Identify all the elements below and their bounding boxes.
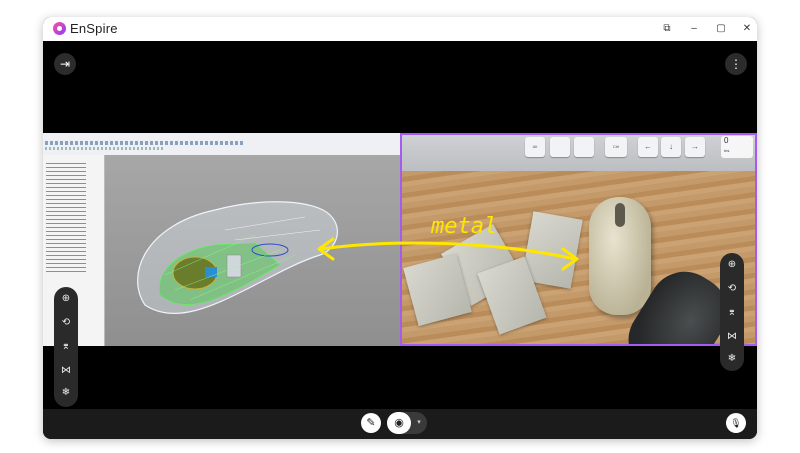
chevron-down-icon[interactable]: ▾ <box>414 412 424 434</box>
key-down: ↓ <box>661 137 681 157</box>
maximize-icon[interactable]: ▢ <box>713 21 729 37</box>
key-blank-2 <box>574 137 594 157</box>
zoom-in-icon[interactable]: ⊕ <box>54 289 78 309</box>
video-stage: ⇥ ⋮ Alt Ctrl ← ↓ → 0 Ins metal ⊕ ⟲ ⌆ ⋈ ❄… <box>43 41 757 409</box>
pen-icon[interactable]: ✎ <box>361 413 381 433</box>
freeze-icon[interactable]: ❄ <box>54 383 78 403</box>
camera-control: ◉ ▾ <box>387 412 427 434</box>
annotation-layer: metal <box>317 214 579 271</box>
expand-icon[interactable]: ⋈ <box>54 361 78 381</box>
pip-icon[interactable]: ⧉ <box>659 21 675 37</box>
freeze-icon[interactable]: ❄ <box>720 349 744 369</box>
left-tool-strip: ⊕ ⟲ ⌆ ⋈ ❄ <box>54 287 78 407</box>
title-bar: EnSpire ⧉ – ▢ ✕ <box>43 17 757 41</box>
exit-share-icon[interactable]: ⇥ <box>54 53 76 75</box>
camera-icon[interactable]: ◉ <box>387 412 411 434</box>
key-ctrl: Ctrl <box>605 137 627 157</box>
cad-tree-items <box>46 163 86 273</box>
keyboard-photo: Alt Ctrl ← ↓ → 0 Ins <box>402 135 755 175</box>
app-window: EnSpire ⧉ – ▢ ✕ ⇥ ⋮ Alt Ctrl ← ↓ → 0 Ins… <box>43 17 757 439</box>
cad-tool-row-2 <box>45 147 165 150</box>
rotate-icon[interactable]: ⟲ <box>720 279 744 299</box>
light-mouse-photo <box>589 197 651 315</box>
enspire-logo-icon <box>53 22 66 35</box>
key-left: ← <box>638 137 658 157</box>
microphone-icon[interactable]: 🎙 <box>726 413 746 433</box>
rotate-icon[interactable]: ⟲ <box>54 313 78 333</box>
annotation-text: metal <box>430 214 497 239</box>
cad-tool-row <box>45 141 245 145</box>
zoom-in-icon[interactable]: ⊕ <box>720 255 744 275</box>
app-title: EnSpire <box>70 21 118 36</box>
collapse-icon[interactable]: ⌆ <box>720 303 744 323</box>
collapse-icon[interactable]: ⌆ <box>54 337 78 357</box>
cad-toolbar <box>43 133 400 155</box>
more-options-icon[interactable]: ⋮ <box>725 53 747 75</box>
right-tool-strip: ⊕ ⟲ ⌆ ⋈ ❄ <box>720 253 744 371</box>
key-ins-label: Ins <box>724 148 730 153</box>
key-ins-number: 0 <box>724 136 729 145</box>
key-alt: Alt <box>525 137 545 157</box>
key-ins: 0 Ins <box>721 136 753 158</box>
key-blank-1 <box>550 137 570 157</box>
expand-icon[interactable]: ⋈ <box>720 327 744 347</box>
key-right: → <box>685 137 705 157</box>
minimize-icon[interactable]: – <box>686 21 702 37</box>
bottom-toolbar: ✎ ◉ ▾ 🎙 <box>43 409 757 439</box>
close-icon[interactable]: ✕ <box>739 21 755 37</box>
